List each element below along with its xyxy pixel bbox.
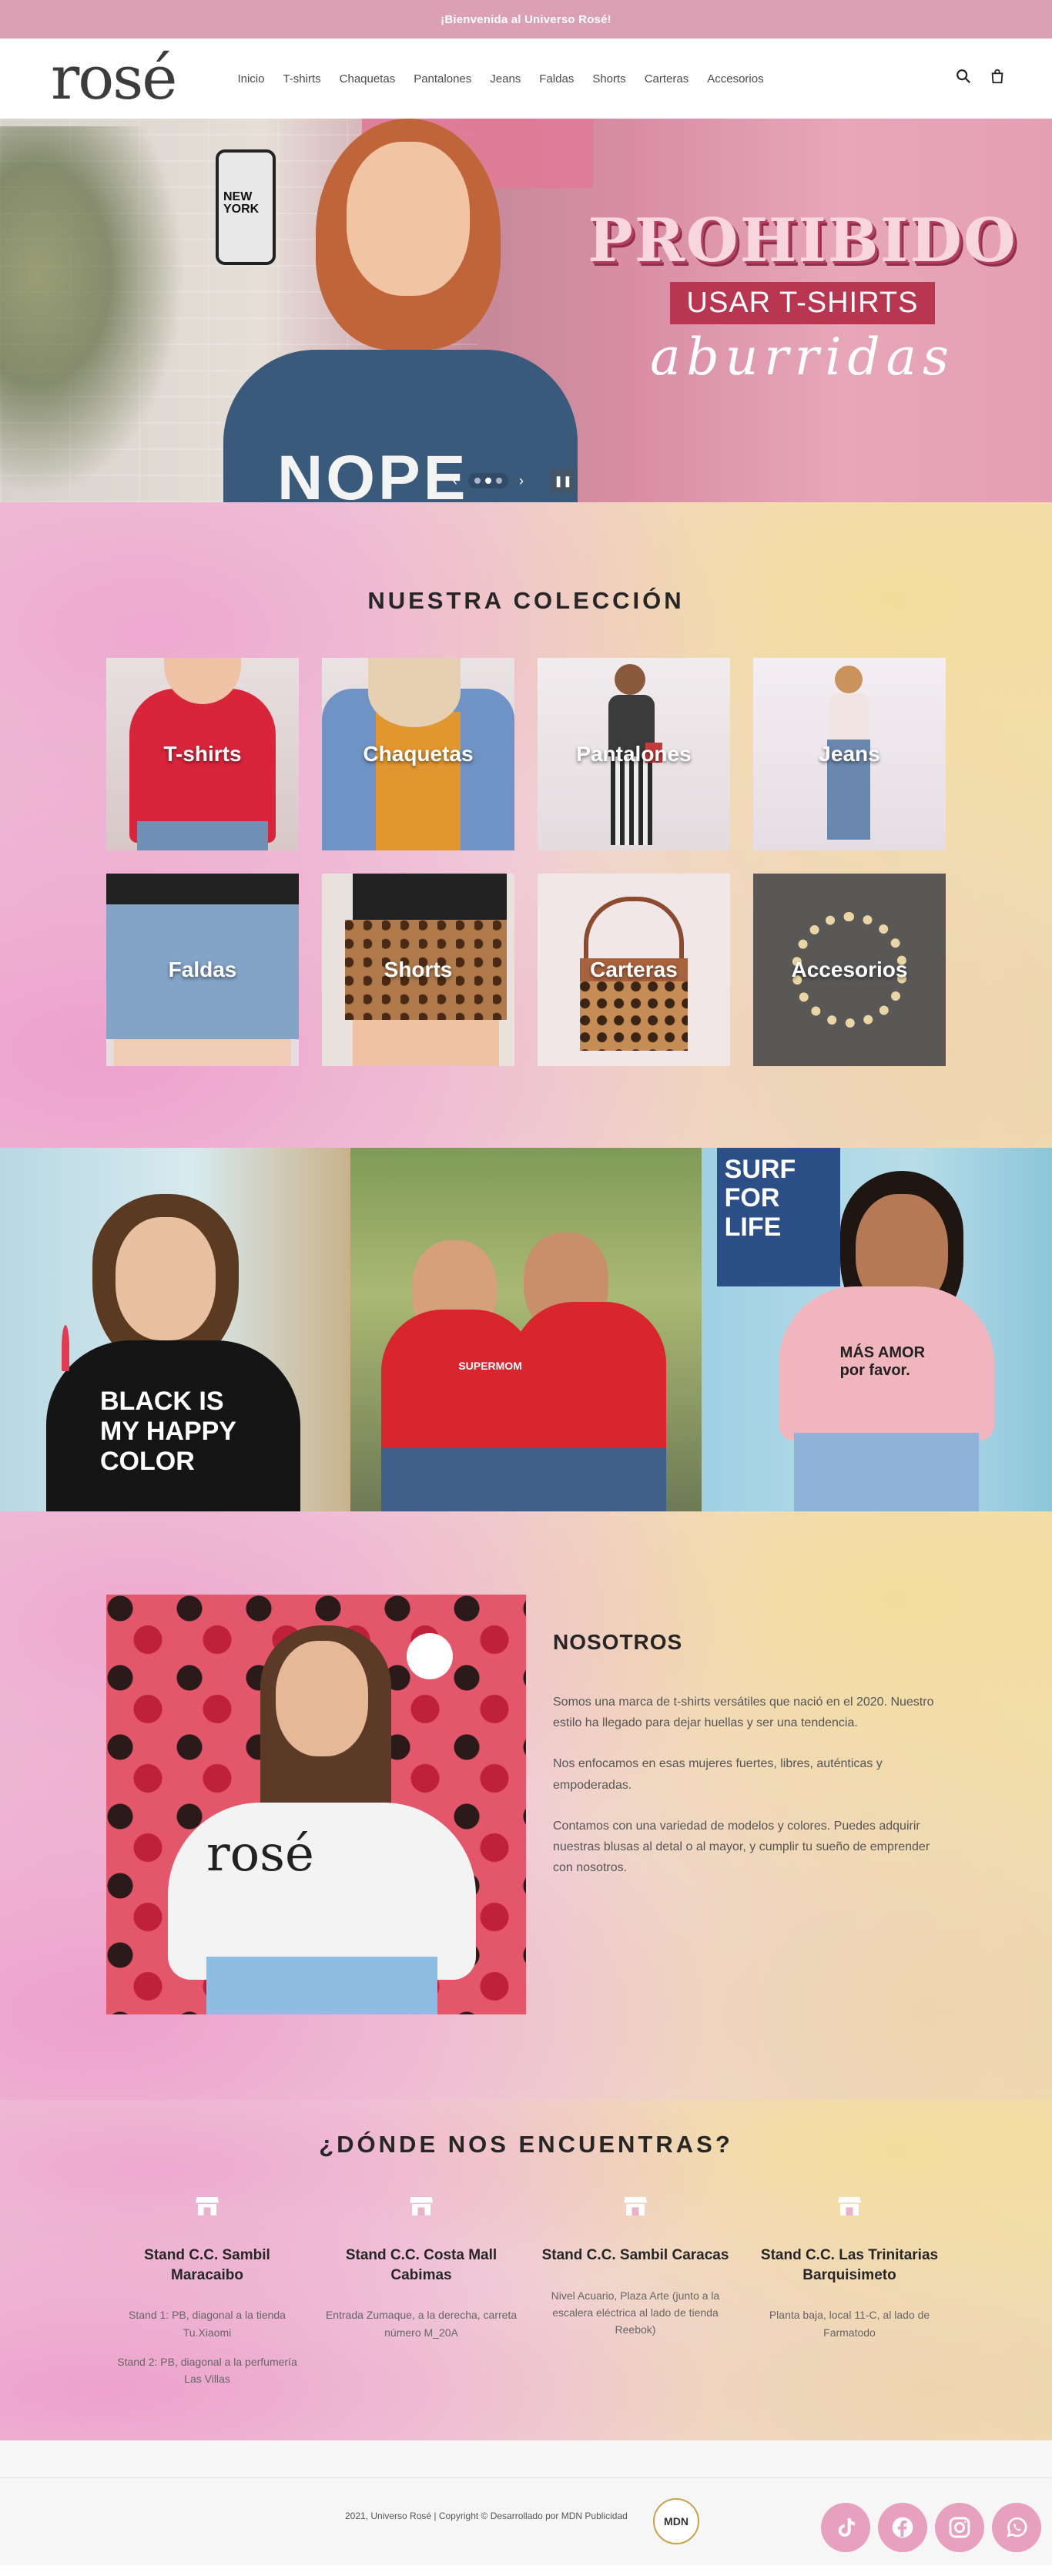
collection-card-tshirts[interactable]: T-shirts <box>106 658 299 850</box>
mdn-logo[interactable]: MDN <box>653 2498 699 2544</box>
hero-phone-text: NEW YORK <box>223 190 260 216</box>
collection-label: Carteras <box>590 958 678 981</box>
collection-label: Chaquetas <box>363 742 474 766</box>
collection-label: Faldas <box>168 958 237 981</box>
hero-banner: NEW YORK NOPE PROHIBIDO USAR T-SHIRTS ab… <box>0 119 1052 502</box>
nav-link-faldas[interactable]: Faldas <box>539 72 574 86</box>
slider-controls: ‹ › ❚❚ <box>453 469 575 492</box>
store-icon <box>624 2197 647 2215</box>
location-card: Stand C.C. Sambil Caracas Nivel Acuario,… <box>528 2192 742 2400</box>
collection-grid: T-shirts Chaquetas Pantalones Jeans Fald… <box>106 658 946 1066</box>
slider-dot[interactable] <box>474 478 481 484</box>
store-icon <box>838 2197 861 2215</box>
brand-logo[interactable]: rosé <box>51 49 177 109</box>
locations-grid: Stand C.C. Sambil Maracaibo Stand 1: PB,… <box>100 2192 957 2400</box>
hero-title: PROHIBIDO <box>588 206 1017 276</box>
collection-label: Accesorios <box>791 958 908 981</box>
slider-dot[interactable] <box>496 478 502 484</box>
locations-title: ¿DÓNDE NOS ENCUENTRAS? <box>319 2131 733 2158</box>
nav-link-tshirts[interactable]: T-shirts <box>283 72 320 86</box>
cart-icon[interactable] <box>989 68 1006 85</box>
header-icons <box>955 68 1006 85</box>
about-heading: NOSOTROS <box>553 1630 683 1654</box>
about-photo: rosé <box>106 1595 526 2014</box>
about-text: NOSOTROS Somos una marca de t-shirts ver… <box>553 1630 947 1898</box>
announcement-text: ¡Bienvenida al Universo Rosé! <box>441 12 611 26</box>
hero-headline: PROHIBIDO USAR T-SHIRTS aburridas <box>587 211 1018 387</box>
hero-palm-leaves <box>0 126 185 496</box>
collection-section: NUESTRA COLECCIÓN T-shirts Chaquetas Pan… <box>0 502 1052 1148</box>
footer-spacer <box>0 2440 1052 2477</box>
collection-label: T-shirts <box>163 742 242 766</box>
nav-link-shorts[interactable]: Shorts <box>592 72 625 86</box>
gallery-section: BLACK IS MY HAPPY COLOR SUPERMOM SURF FO… <box>0 1148 1052 1511</box>
announcement-bar: ¡Bienvenida al Universo Rosé! <box>0 0 1052 39</box>
nav-link-inicio[interactable]: Inicio <box>237 72 264 86</box>
location-detail: Stand 2: PB, diagonal a la perfumería La… <box>117 2356 297 2386</box>
site-header: rosé Inicio T-shirts Chaquetas Pantalone… <box>0 39 1052 119</box>
collection-card-chaquetas[interactable]: Chaquetas <box>322 658 514 850</box>
slider-prev-icon[interactable]: ‹ <box>453 473 457 489</box>
collection-label: Shorts <box>384 958 453 981</box>
site-footer: 2021, Universo Rosé | Copyright © Desarr… <box>0 2477 1052 2565</box>
gallery-surf-sign: SURF FOR LIFE <box>716 1148 840 1286</box>
gallery-shirt-text-3: MÁS AMOR por favor. <box>839 1344 926 1379</box>
gallery-photo-black[interactable]: BLACK IS MY HAPPY COLOR <box>0 1148 351 1511</box>
location-detail: Nivel Acuario, Plaza Arte (junto a la es… <box>551 2289 720 2336</box>
hero-subtitle: USAR T-SHIRTS <box>669 282 936 324</box>
gallery-shirt-text-1: BLACK IS MY HAPPY COLOR <box>100 1387 236 1477</box>
nav-link-accesorios[interactable]: Accesorios <box>707 72 763 86</box>
collection-card-shorts[interactable]: Shorts <box>322 874 514 1066</box>
gallery-photo-supermom[interactable]: SUPERMOM <box>350 1148 702 1511</box>
gallery-photo-mas-amor[interactable]: SURF FOR LIFE MÁS AMOR por favor. <box>701 1148 1052 1511</box>
about-section: rosé NOSOTROS Somos una marca de t-shirt… <box>0 1511 1052 2100</box>
location-name: Stand C.C. Las Trinitarias Barquisimeto <box>760 2247 939 2283</box>
location-card: Stand C.C. Costa Mall Cabimas Entrada Zu… <box>314 2192 528 2400</box>
collection-card-jeans[interactable]: Jeans <box>753 658 946 850</box>
facebook-icon[interactable] <box>878 2503 927 2552</box>
about-paragraph: Somos una marca de t-shirts versátiles q… <box>553 1696 934 1730</box>
collection-card-carteras[interactable]: Carteras <box>538 874 730 1066</box>
store-icon <box>196 2197 219 2215</box>
nav-link-chaquetas[interactable]: Chaquetas <box>340 72 396 86</box>
collection-card-faldas[interactable]: Faldas <box>106 874 299 1066</box>
main-nav: Inicio T-shirts Chaquetas Pantalones Jea… <box>237 72 763 86</box>
location-detail: Entrada Zumaque, a la derecha, carreta n… <box>325 2309 518 2339</box>
gallery-shirt-text-2: SUPERMOM <box>458 1360 522 1372</box>
slider-pause-button[interactable]: ❚❚ <box>551 469 575 492</box>
location-name: Stand C.C. Costa Mall Cabimas <box>345 2247 498 2283</box>
collection-card-accesorios[interactable]: Accesorios <box>753 874 946 1066</box>
footer-copyright: 2021, Universo Rosé | Copyright © Desarr… <box>345 2511 628 2521</box>
hero-script: aburridas <box>650 327 955 387</box>
collection-card-pantalones[interactable]: Pantalones <box>538 658 730 850</box>
instagram-icon[interactable] <box>935 2503 984 2552</box>
nav-link-pantalones[interactable]: Pantalones <box>414 72 471 86</box>
slider-next-icon[interactable]: › <box>519 473 524 489</box>
nav-link-jeans[interactable]: Jeans <box>490 72 521 86</box>
slider-dot-active[interactable] <box>485 478 491 484</box>
location-name: Stand C.C. Sambil Caracas <box>541 2247 729 2263</box>
slider-dots <box>468 473 508 488</box>
location-card: Stand C.C. Las Trinitarias Barquisimeto … <box>742 2192 957 2400</box>
tiktok-icon[interactable] <box>821 2503 870 2552</box>
hero-model-photo: NEW YORK NOPE <box>193 119 578 502</box>
social-links <box>821 2503 1041 2552</box>
location-card: Stand C.C. Sambil Maracaibo Stand 1: PB,… <box>100 2192 314 2400</box>
location-detail: Stand 1: PB, diagonal a la tienda Tu.Xia… <box>129 2309 286 2339</box>
collection-title: NUESTRA COLECCIÓN <box>367 587 685 614</box>
whatsapp-icon[interactable] <box>992 2503 1041 2552</box>
location-name: Stand C.C. Sambil Maracaibo <box>144 2247 270 2283</box>
nav-link-carteras[interactable]: Carteras <box>645 72 689 86</box>
hero-shirt-text: NOPE <box>277 443 469 502</box>
about-paragraph: Nos enfocamos en esas mujeres fuertes, l… <box>553 1757 883 1792</box>
locations-section: ¿DÓNDE NOS ENCUENTRAS? Stand C.C. Sambil… <box>0 2100 1052 2440</box>
about-paragraph: Contamos con una variedad de modelos y c… <box>553 1819 930 1875</box>
collection-label: Pantalones <box>576 742 692 766</box>
store-icon <box>410 2197 433 2215</box>
location-detail: Planta baja, local 11-C, al lado de Farm… <box>769 2309 930 2339</box>
collection-label: Jeans <box>819 742 880 766</box>
search-icon[interactable] <box>955 68 972 85</box>
about-shirt-logo: rosé <box>206 1826 314 1883</box>
hero-phone: NEW YORK <box>216 149 276 265</box>
